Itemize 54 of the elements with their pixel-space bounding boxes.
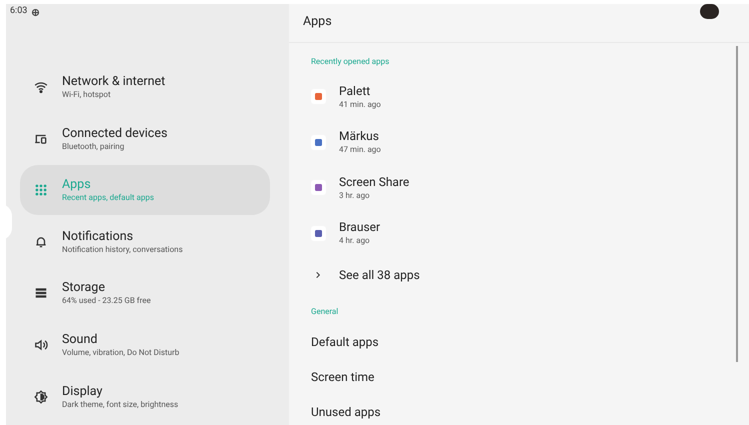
bell-icon bbox=[34, 234, 48, 249]
item-subtitle: 64% used - 23.25 GB free bbox=[62, 295, 151, 306]
section-header: General bbox=[311, 306, 340, 318]
app-icon bbox=[311, 180, 326, 196]
status-time: 6:03 bbox=[10, 5, 28, 18]
app-time: 41 min. ago bbox=[339, 98, 381, 110]
wifi-icon bbox=[34, 80, 48, 94]
item-subtitle: Wi-Fi, hotspot bbox=[62, 89, 112, 100]
page-title: Apps bbox=[303, 13, 332, 32]
item-title: Storage bbox=[62, 280, 106, 296]
recent-app-row[interactable]: Palett 41 min. ago bbox=[311, 74, 736, 120]
camera-cutout bbox=[700, 4, 719, 19]
item-title: Display bbox=[62, 384, 104, 399]
app-icon bbox=[311, 134, 326, 150]
sidebar-item[interactable]: Sound Volume, vibration, Do Not Disturb bbox=[20, 320, 270, 370]
app-name: Screen Share bbox=[339, 174, 410, 190]
item-title: Sound bbox=[62, 332, 98, 347]
app-time: 47 min. ago bbox=[339, 144, 381, 156]
item-title: Notifications bbox=[62, 228, 134, 244]
sidebar-item[interactable]: Connected devices Bluetooth, pairing bbox=[20, 114, 270, 164]
recent-app-row[interactable]: Brauser 4 hr. ago bbox=[311, 210, 736, 256]
recent-app-row[interactable]: Märkus 47 min. ago bbox=[311, 120, 736, 165]
see-all-row[interactable]: See all 38 apps bbox=[311, 256, 736, 294]
general-item[interactable]: Default apps bbox=[311, 324, 736, 359]
speaker-icon bbox=[34, 338, 48, 352]
app-name: Märkus bbox=[339, 129, 380, 144]
item-title: Connected devices bbox=[62, 126, 168, 141]
item-subtitle: Dark theme, font size, brightness bbox=[62, 398, 178, 410]
brightness-icon bbox=[34, 390, 48, 404]
recent-app-row[interactable]: Screen Share 3 hr. ago bbox=[311, 165, 736, 210]
chevron-icon bbox=[314, 271, 322, 279]
item-title: Apps bbox=[62, 177, 92, 192]
sidebar-item[interactable]: Network & internet Wi-Fi, hotspot bbox=[20, 62, 270, 112]
see-all-label: See all 38 apps bbox=[339, 267, 420, 284]
item-subtitle: Recent apps, default apps bbox=[62, 192, 154, 204]
sidebar-item[interactable]: Storage 64% used - 23.25 GB free bbox=[20, 268, 270, 318]
storage-icon bbox=[34, 286, 48, 300]
grid-icon bbox=[34, 183, 48, 198]
app-name: Brauser bbox=[339, 220, 380, 236]
general-item[interactable]: Unused apps bbox=[311, 394, 736, 425]
app-time: 3 hr. ago bbox=[339, 190, 371, 201]
app-icon bbox=[311, 226, 326, 241]
item-subtitle: Volume, vibration, Do Not Disturb bbox=[62, 346, 180, 358]
sidebar-item[interactable]: Notifications Notification history, conversations bbox=[20, 216, 270, 267]
app-name: Palett bbox=[339, 84, 372, 99]
settings-icon bbox=[31, 8, 40, 16]
item-title: Network & internet bbox=[62, 74, 166, 89]
item-subtitle: Notification history, conversations bbox=[62, 244, 183, 255]
general-item[interactable]: Screen time bbox=[311, 359, 736, 394]
app-time: 4 hr. ago bbox=[339, 235, 371, 246]
section-header: Recently opened apps bbox=[311, 56, 390, 68]
item-subtitle: Bluetooth, pairing bbox=[62, 140, 126, 152]
sidebar-item[interactable]: Display Dark theme, font size, brightness bbox=[20, 372, 270, 422]
app-icon bbox=[311, 89, 326, 104]
